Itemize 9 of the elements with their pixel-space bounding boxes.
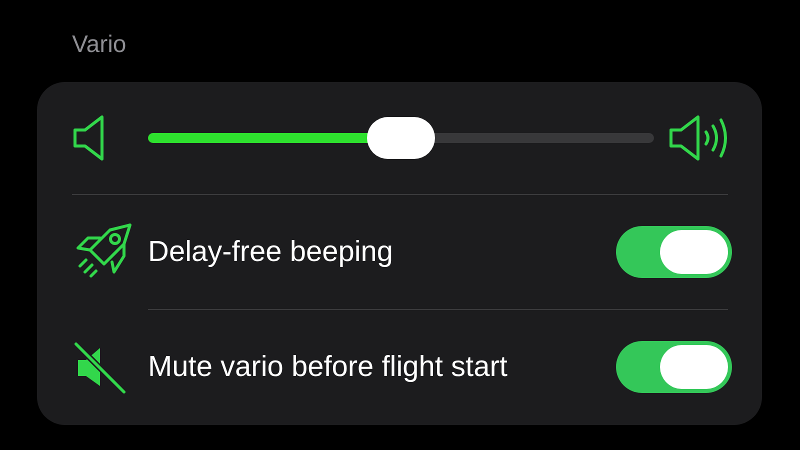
speaker-icon bbox=[72, 114, 106, 162]
setting-label: Mute vario before flight start bbox=[148, 350, 508, 384]
toggle-switch[interactable] bbox=[616, 341, 732, 393]
toggle-switch[interactable] bbox=[616, 226, 732, 278]
muted-speaker-icon bbox=[72, 340, 128, 394]
slider-thumb[interactable] bbox=[367, 117, 435, 159]
section-title: Vario bbox=[71, 30, 128, 60]
volume-slider[interactable] bbox=[148, 117, 654, 159]
setting-label: Delay-free beeping bbox=[148, 236, 394, 268]
